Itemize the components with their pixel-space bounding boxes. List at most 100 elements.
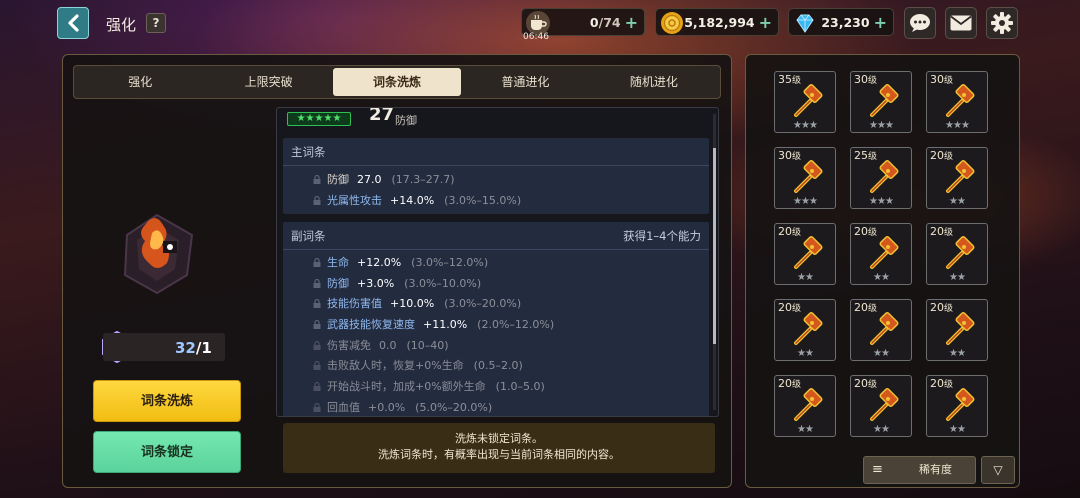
plus-icon[interactable]: + [625,13,638,32]
tab-enhance[interactable]: 强化 [76,68,204,96]
stat-value: 27.0 [357,173,382,186]
slot-stars: ★★★ [945,120,970,131]
stamina-value: 0 [589,14,599,30]
item-level-suffix: /1 [195,339,212,357]
lock-icon[interactable] [313,320,321,330]
tab-reroll-stats[interactable]: 词条洗炼 [332,68,462,96]
stat-list-panel[interactable]: ★★★★★ 27 防御 主词条 防御 27.0 (17.3–27.7) 光属性攻击 +… [276,107,719,417]
stat-name: 防御 [327,276,349,290]
slot-stars: ★★★ [793,196,818,207]
sub-stats-hint: 获得1–4个能力 [623,229,701,243]
reroll-notice: 洗炼未锁定词条。 洗炼词条时，有概率出现与当前词条相同的内容。 [283,423,715,473]
lock-icon[interactable] [313,278,321,288]
hammer-icon [794,236,823,269]
lock-stats-button[interactable]: 词条锁定 [93,431,241,473]
inventory-slot[interactable]: 30级 ★★★ [774,147,836,209]
plus-icon[interactable]: + [759,13,772,32]
plus-icon[interactable]: + [874,13,887,32]
sort-label: 稀有度 [919,463,952,476]
hammer-icon [946,312,975,345]
inventory-slot[interactable]: 20级 ★★ [850,223,912,285]
slot-stars: ★★★ [869,196,894,207]
chat-button[interactable] [904,7,936,39]
inventory-slot[interactable]: 20级 ★★ [850,299,912,361]
top-bar: 强化 ? 0/74 + 06:46 5,182,994 + 23,230 + [0,0,1080,48]
hammer-icon [946,84,975,117]
lock-icon[interactable] [313,340,321,350]
inventory-slot[interactable]: 20级 ★★ [850,375,912,437]
stat-value: +12.0% [357,256,402,269]
sort-rarity-button[interactable]: ≡ 稀有度 [863,456,976,484]
item-summary: ★★★★★ 27 防御 [285,108,705,128]
stat-value: +3.0% [357,276,395,290]
tab-random-evolution[interactable]: 随机进化 [590,68,718,96]
inventory-slot[interactable]: 25级 ★★★ [850,147,912,209]
stat-row: 防御 +3.0% (3.0%–10.0%) [283,274,709,295]
inventory-slot[interactable]: 30级 ★★★ [926,71,988,133]
gem-counter[interactable]: 23,230 + [788,8,894,36]
help-button[interactable]: ? [146,13,166,33]
stat-name: 武器技能恢复速度 [327,318,415,332]
gold-coin-icon [661,12,683,34]
inventory-slot[interactable]: 20级 ★★ [774,375,836,437]
enhance-panel: 强化 上限突破 词条洗炼 普通进化 随机进化 32/1 词条洗炼 词条锁定 ★★… [62,54,732,488]
lock-icon[interactable] [313,195,321,205]
stat-row: 击败敌人时，恢复+0%生命 (0.5–2.0) [283,356,709,377]
stat-value: +11.0% [423,318,468,332]
lock-icon[interactable] [313,361,321,371]
stat-name: 生命 [327,256,349,269]
back-button[interactable] [57,7,89,39]
hammer-icon [870,312,899,345]
mail-button[interactable] [945,7,977,39]
item-stat-value: 27 [369,107,395,125]
gold-counter[interactable]: 5,182,994 + [655,8,779,36]
stat-range: (2.0%–12.0%) [477,318,555,332]
lock-icon[interactable] [313,175,321,184]
stat-range: (3.0%–12.0%) [411,256,489,269]
item-artwork [123,213,194,295]
diamond-icon [796,14,814,33]
scrollbar-thumb[interactable] [713,148,716,344]
inventory-slot[interactable]: 20级 ★★ [926,223,988,285]
slot-stars: ★★ [949,424,966,435]
lock-icon[interactable] [313,402,321,412]
stamina-max: /74 [598,14,621,30]
slot-stars: ★★ [949,348,966,359]
lock-icon[interactable] [313,258,321,267]
slot-stars: ★★★ [793,120,818,131]
stat-value: +14.0% [390,193,435,207]
gear-icon [991,12,1013,34]
inventory-slot[interactable]: 30级 ★★★ [850,71,912,133]
hammer-icon [794,312,823,345]
stat-row: 生命 +12.0% (3.0%–12.0%) [283,253,709,274]
stat-range: (3.0%–10.0%) [404,276,482,290]
item-stat-type: 防御 [395,114,417,127]
tab-limit-break[interactable]: 上限突破 [204,68,332,96]
inventory-slot[interactable]: 20级 ★★ [926,299,988,361]
stat-range: (3.0%–15.0%) [444,193,522,207]
inventory-slot[interactable]: 20级 ★★ [774,223,836,285]
tab-normal-evolution[interactable]: 普通进化 [461,68,589,96]
sub-stats-title: 副词条 获得1–4个能力 [283,222,709,250]
inventory-slot[interactable]: 20级 ★★ [774,299,836,361]
hammer-icon [946,388,975,421]
slot-stars: ★★ [873,424,890,435]
stat-range: (5.0%–20.0%) [415,400,493,414]
stat-range: (10–40) [406,338,449,352]
lock-icon[interactable] [313,299,321,309]
notice-line-1: 洗炼未锁定词条。 [455,432,543,445]
inventory-slot[interactable]: 35级 ★★★ [774,71,836,133]
inventory-slot[interactable]: 20级 ★★ [926,375,988,437]
tab-bar: 强化 上限突破 词条洗炼 普通进化 随机进化 [73,65,721,99]
hammer-icon [794,84,823,117]
stat-name: 回血值 [327,400,360,414]
stat-name: 伤害减免 [327,338,371,352]
settings-button[interactable] [986,7,1018,39]
sort-direction-button[interactable]: ▽ [981,456,1015,484]
stat-range: (0.5–2.0) [473,359,523,373]
lock-icon[interactable] [313,382,321,392]
inventory-slot[interactable]: 20级 ★★ [926,147,988,209]
reroll-stats-button[interactable]: 词条洗炼 [93,380,241,422]
slot-stars: ★★ [797,424,814,435]
stat-name: 开始战斗时，加成+0%额外生命 [327,380,486,394]
